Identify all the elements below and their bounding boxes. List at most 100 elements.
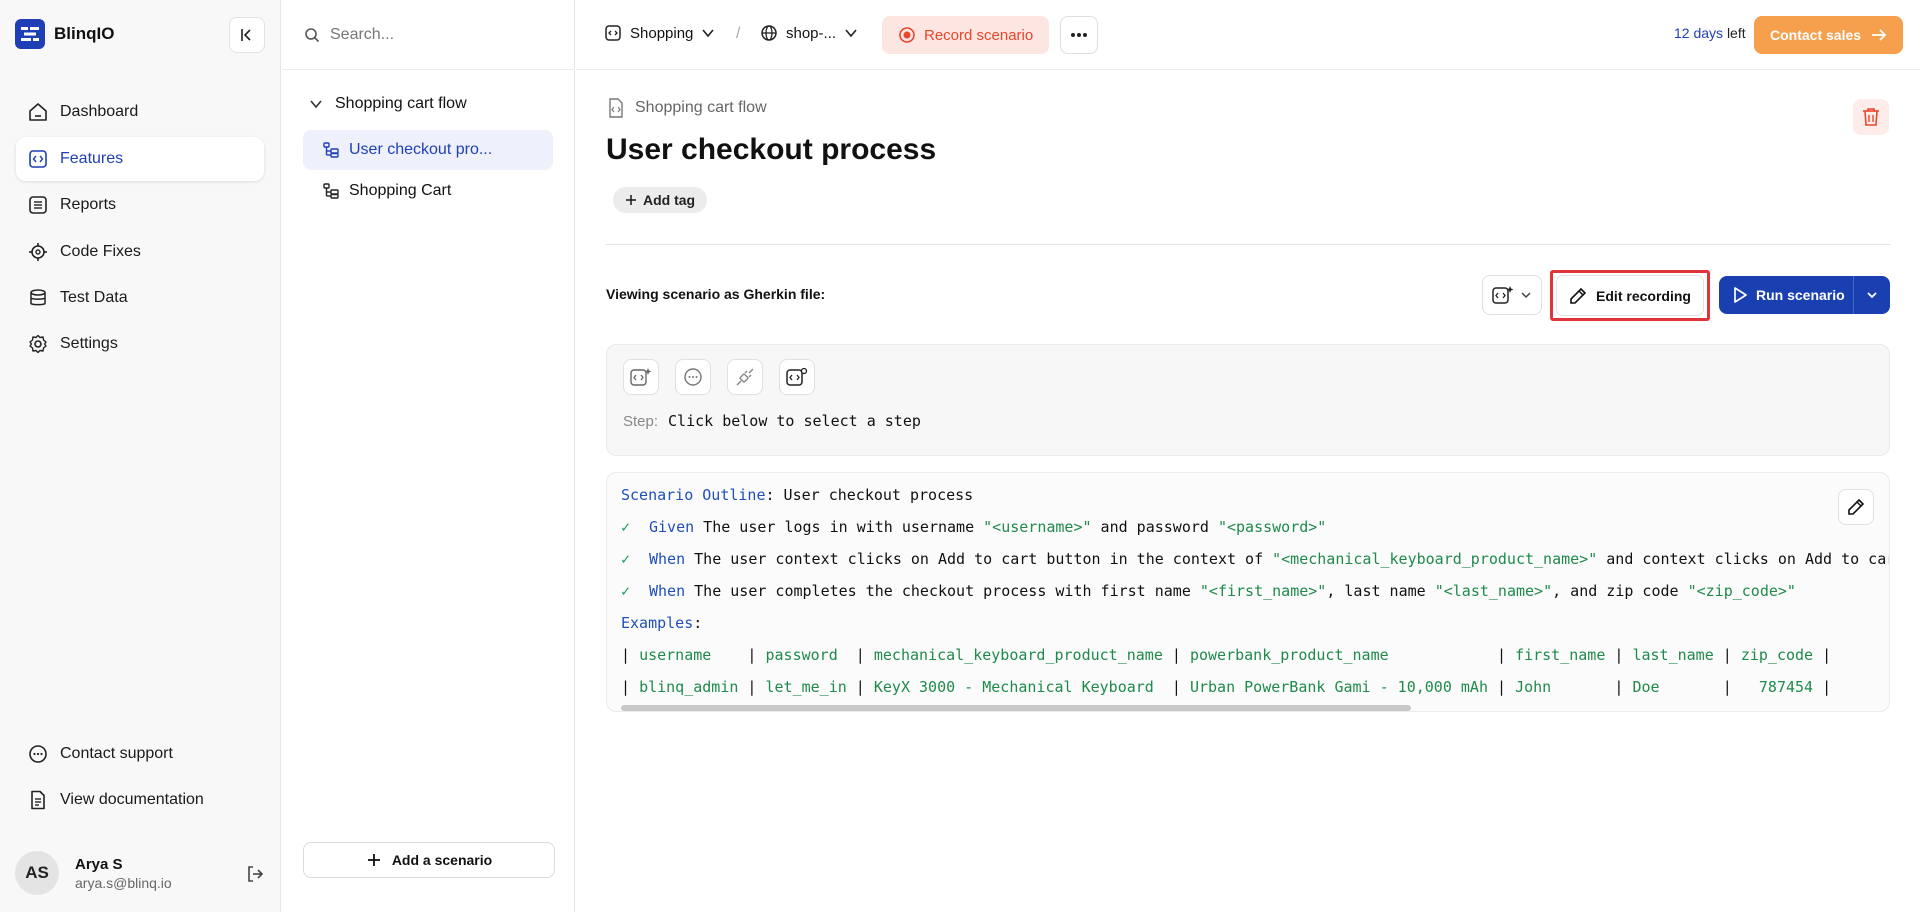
page-title: User checkout process [606,133,937,166]
viewing-label: Viewing scenario as Gherkin file: [606,286,826,302]
sidebar-item-reports[interactable]: Reports [16,183,264,227]
examples-line[interactable]: Examples: [621,612,702,634]
user-email: arya.s@blinq.io [75,875,172,891]
gherkin-step[interactable]: ✓ When The user context clicks on Add to … [621,548,1889,570]
environment-selector[interactable]: shop-... [760,24,858,42]
step-label: Step: [623,412,659,430]
trash-icon [1863,108,1879,126]
sidebar-item-contact-support[interactable]: Contact support [16,732,264,776]
sidebar-item-view-documentation[interactable]: View documentation [16,778,264,822]
scenario-steps-icon [323,142,339,158]
sidebar-item-label: Features [60,150,124,167]
chevron-down-icon [310,100,322,109]
gear-icon [29,334,47,354]
table-cell: 787454 [1740,678,1814,696]
search-icon [305,27,320,42]
sidebar-item-label: Reports [60,196,117,213]
table-cell: password [765,646,847,664]
trial-days: 12 days [1674,25,1724,41]
edit-recording-button[interactable]: Edit recording [1556,275,1704,316]
sidebar-item-label: Code Fixes [60,243,141,260]
tree-item-user-checkout[interactable]: User checkout pro... [303,130,553,170]
delete-scenario-button[interactable] [1853,99,1889,135]
run-options-dropdown[interactable] [1854,276,1890,314]
gherkin-step[interactable]: ✓ When The user completes the checkout pr… [621,580,1796,602]
collapse-sidebar-button[interactable] [229,17,265,53]
logout-icon[interactable] [245,864,265,884]
ai-generate-step-button[interactable] [623,359,659,395]
table-row[interactable]: | blinq_admin | let_me_in | KeyX 3000 - … [621,676,1840,698]
trial-suffix: left [1726,25,1746,41]
project-selector[interactable]: Shopping [604,24,715,42]
view-mode-selector[interactable] [1482,275,1542,315]
arrow-right-icon [1872,29,1887,41]
sidebar-item-features[interactable]: Features [16,137,264,181]
sidebar-item-label: Test Data [60,289,128,306]
chat-bubble-icon [29,745,47,763]
chevron-down-icon [1867,292,1877,299]
scenario-outline-line[interactable]: Scenario Outline: User checkout process [621,484,973,506]
api-step-button[interactable] [727,359,763,395]
table-cell: last_name [1632,646,1714,664]
ai-code-icon [630,368,652,386]
comment-step-button[interactable] [675,359,711,395]
sidebar-item-label: View documentation [60,791,204,808]
feature-file-icon [29,150,47,168]
sidebar-item-code-fixes[interactable]: Code Fixes [16,230,264,274]
search-input[interactable]: Search... [330,26,394,44]
breadcrumb: Shopping cart flow [607,98,767,118]
user-name: Arya S [75,856,123,873]
more-options-button[interactable] [1060,16,1098,54]
chevron-down-icon [845,29,857,38]
top-bar: Shopping / shop-... Record scenario 12 d… [576,0,1920,70]
gherkin-editor[interactable]: Scenario Outline: User checkout process ✓… [606,472,1890,712]
feature-file-icon [609,98,623,118]
table-cell: let_me_in [765,678,847,696]
gherkin-keyword: Given [649,518,695,536]
environment-name: shop-... [786,24,837,42]
avatar[interactable]: AS [15,851,59,895]
step-value: Click below to select a step [668,412,921,430]
sidebar-item-settings[interactable]: Settings [16,322,264,366]
gherkin-step[interactable]: ✓ Given The user logs in with username "<… [621,516,1326,538]
breadcrumb-separator: / [736,25,741,42]
plus-icon [367,854,380,866]
app-logo[interactable]: BlinqIO [15,19,114,49]
more-dots-icon [1071,33,1087,37]
horizontal-scrollbar[interactable] [621,705,1411,711]
code-gear-icon [29,243,47,261]
sidebar-item-dashboard[interactable]: Dashboard [16,90,264,134]
search-bar[interactable]: Search... [282,0,575,70]
tree-item-label: Shopping Cart [349,182,452,199]
table-cell: powerbank_product_name [1189,646,1488,664]
sidebar-item-label: Contact support [60,745,173,762]
tree-item-shopping-cart[interactable]: Shopping Cart [303,171,553,211]
add-scenario-button[interactable]: Add a scenario [303,842,555,878]
check-icon: ✓ [621,582,631,600]
plus-icon [626,195,636,205]
run-scenario-group: Run scenario [1719,276,1890,314]
sidebar-item-test-data[interactable]: Test Data [16,276,264,320]
collapse-left-icon [241,29,251,41]
feature-folder[interactable]: Shopping cart flow [309,95,467,113]
code-settings-button[interactable] [779,359,815,395]
check-icon: ✓ [621,550,631,568]
add-tag-button[interactable]: Add tag [613,187,708,213]
table-cell: Doe [1632,678,1714,696]
edit-gherkin-button[interactable] [1838,489,1874,525]
pencil-icon [1570,287,1587,304]
gherkin-keyword: Scenario Outline [621,486,766,504]
sidebar: BlinqIO Dashboard Features Reports Code Fix… [0,0,281,912]
contact-sales-button[interactable]: Contact sales [1754,16,1904,54]
record-icon [899,27,915,43]
feature-name: Shopping cart flow [335,95,467,112]
trial-remaining: 12 days left [1674,25,1746,41]
table-cell: mechanical_keyboard_product_name [873,646,1163,664]
globe-icon [761,25,777,41]
chevron-down-icon [1521,292,1531,299]
run-scenario-button[interactable]: Run scenario [1719,276,1853,314]
chevron-down-icon [702,29,715,38]
record-scenario-button[interactable]: Record scenario [882,16,1050,54]
sidebar-divider [0,842,281,843]
table-row[interactable]: | username | password | mechanical_keybo… [621,644,1840,666]
